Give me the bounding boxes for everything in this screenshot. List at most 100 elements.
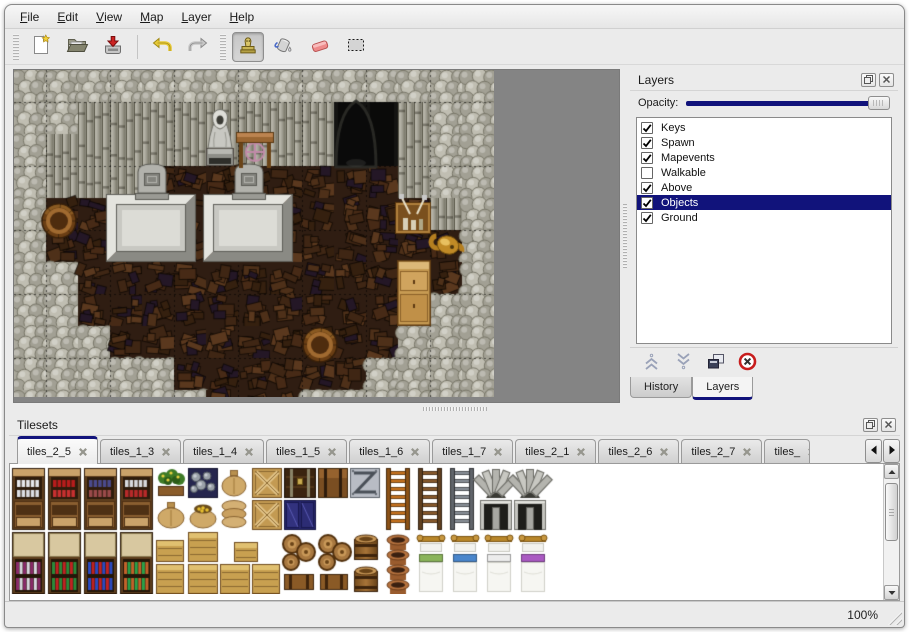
- tilesets-float-button[interactable]: [863, 418, 878, 432]
- layer-row-mapevents[interactable]: Mapevents: [637, 150, 891, 165]
- tab-close-icon[interactable]: [244, 447, 254, 457]
- toolbar: [5, 29, 904, 65]
- scrollbar-track[interactable]: [884, 479, 899, 585]
- opacity-row: Opacity:: [630, 91, 898, 115]
- splitter-grip[interactable]: [423, 407, 487, 411]
- resize-grip[interactable]: [887, 610, 902, 625]
- toolbar-handle[interactable]: [220, 34, 226, 60]
- fill-tool-button[interactable]: [268, 32, 300, 62]
- layers-close-button[interactable]: [879, 73, 894, 87]
- map-canvas[interactable]: [14, 70, 494, 397]
- layer-delete-button[interactable]: [734, 351, 760, 375]
- layer-row-ground[interactable]: Ground: [637, 210, 891, 225]
- scroll-up-button[interactable]: [884, 464, 899, 479]
- dock-tab-history[interactable]: History: [630, 377, 692, 398]
- tileset-scrollbar[interactable]: [883, 464, 899, 600]
- tileset-tab-tiles_2_5[interactable]: tiles_2_5: [17, 436, 98, 464]
- toolbar-handle[interactable]: [13, 34, 19, 60]
- menu-edit[interactable]: Edit: [48, 5, 87, 28]
- opacity-slider[interactable]: [686, 95, 890, 111]
- select-rect-icon: [344, 33, 368, 60]
- save-icon: [101, 33, 125, 60]
- scroll-tabs-left-button[interactable]: [865, 439, 882, 463]
- menu-map[interactable]: Map: [131, 5, 172, 28]
- tileset-canvas[interactable]: [10, 466, 870, 594]
- tab-label: tiles_2_6: [608, 446, 652, 458]
- opacity-slider-track[interactable]: [686, 101, 888, 106]
- open-button[interactable]: [61, 32, 93, 62]
- layer-row-above[interactable]: Above: [637, 180, 891, 195]
- new-file-button[interactable]: [25, 32, 57, 62]
- checkbox-checked-icon[interactable]: [641, 152, 653, 164]
- stamp-tool-button[interactable]: [232, 32, 264, 62]
- layer-row-walkable[interactable]: Walkable: [637, 165, 891, 180]
- tab-label: tiles_1_6: [359, 446, 403, 458]
- tileset-tab-tiles_[interactable]: tiles_: [764, 439, 810, 463]
- layer-name: Objects: [661, 197, 698, 209]
- scroll-down-button[interactable]: [884, 585, 899, 600]
- opacity-slider-handle[interactable]: [868, 96, 890, 110]
- checkbox-checked-icon[interactable]: [641, 182, 653, 194]
- stamp-icon: [236, 33, 260, 60]
- layer-row-objects[interactable]: Objects: [637, 195, 891, 210]
- layers-panel-titlebar: Layers: [630, 69, 898, 91]
- layer-name: Mapevents: [661, 152, 715, 164]
- tileset-tab-tiles_2_1[interactable]: tiles_2_1: [515, 439, 596, 463]
- tab-close-icon[interactable]: [410, 447, 420, 457]
- tab-close-icon[interactable]: [78, 447, 88, 457]
- map-viewport[interactable]: [13, 69, 620, 403]
- splitter-grip[interactable]: [623, 204, 627, 268]
- tab-label: tiles_1_3: [110, 446, 154, 458]
- checkbox-unchecked-icon[interactable]: [641, 167, 653, 179]
- undo-button[interactable]: [146, 32, 178, 62]
- tileset-tab-tiles_1_4[interactable]: tiles_1_4: [183, 439, 264, 463]
- layers-dock: Layers Opacity: KeysSpawn MapeventsWalkab…: [630, 69, 898, 403]
- horizontal-splitter[interactable]: [5, 403, 904, 414]
- checkbox-checked-icon[interactable]: [641, 122, 653, 134]
- layer-up-button[interactable]: [638, 351, 664, 375]
- tab-close-icon[interactable]: [493, 447, 503, 457]
- tileset-tab-tiles_2_6[interactable]: tiles_2_6: [598, 439, 679, 463]
- layers-float-button[interactable]: [861, 73, 876, 87]
- scrollbar-thumb[interactable]: [885, 483, 898, 541]
- delete-icon: [737, 351, 758, 375]
- tilesets-close-button[interactable]: [881, 418, 896, 432]
- dock-tab-bar: HistoryLayers: [630, 377, 898, 403]
- layer-down-button[interactable]: [670, 351, 696, 375]
- tab-close-icon[interactable]: [659, 447, 669, 457]
- checkbox-checked-icon[interactable]: [641, 137, 653, 149]
- layer-row-keys[interactable]: Keys: [637, 120, 891, 135]
- new-document-icon: [29, 33, 53, 60]
- save-button[interactable]: [97, 32, 129, 62]
- menu-layer[interactable]: Layer: [172, 5, 220, 28]
- tileset-tab-tiles_1_7[interactable]: tiles_1_7: [432, 439, 513, 463]
- tileset-tab-tiles_1_6[interactable]: tiles_1_6: [349, 439, 430, 463]
- tab-close-icon[interactable]: [807, 447, 810, 457]
- layer-row-spawn[interactable]: Spawn: [637, 135, 891, 150]
- open-folder-icon: [65, 33, 89, 60]
- tab-label: tiles_2_5: [27, 446, 71, 458]
- tab-label: tiles_2_7: [691, 446, 735, 458]
- layer-list: KeysSpawn MapeventsWalkableAbove ObjectsGr…: [636, 117, 892, 344]
- checkbox-checked-icon[interactable]: [641, 197, 653, 209]
- tab-label: tiles_1_7: [442, 446, 486, 458]
- tab-close-icon[interactable]: [742, 447, 752, 457]
- tab-close-icon[interactable]: [576, 447, 586, 457]
- scroll-tabs-right-button[interactable]: [883, 439, 900, 463]
- eraser-tool-button[interactable]: [304, 32, 336, 62]
- arrow-right-icon: [886, 444, 898, 459]
- tab-close-icon[interactable]: [327, 447, 337, 457]
- menu-view[interactable]: View: [87, 5, 131, 28]
- tileset-tab-tiles_2_7[interactable]: tiles_2_7: [681, 439, 762, 463]
- tab-close-icon[interactable]: [161, 447, 171, 457]
- checkbox-checked-icon[interactable]: [641, 212, 653, 224]
- menu-help[interactable]: Help: [220, 5, 263, 28]
- menu-file[interactable]: File: [11, 5, 48, 28]
- layer-duplicate-button[interactable]: [702, 351, 728, 375]
- tileset-tab-tiles_1_5[interactable]: tiles_1_5: [266, 439, 347, 463]
- vertical-splitter[interactable]: [620, 69, 630, 403]
- tileset-tab-tiles_1_3[interactable]: tiles_1_3: [100, 439, 181, 463]
- redo-button[interactable]: [182, 32, 214, 62]
- dock-tab-layers[interactable]: Layers: [692, 377, 753, 400]
- select-tool-button[interactable]: [340, 32, 372, 62]
